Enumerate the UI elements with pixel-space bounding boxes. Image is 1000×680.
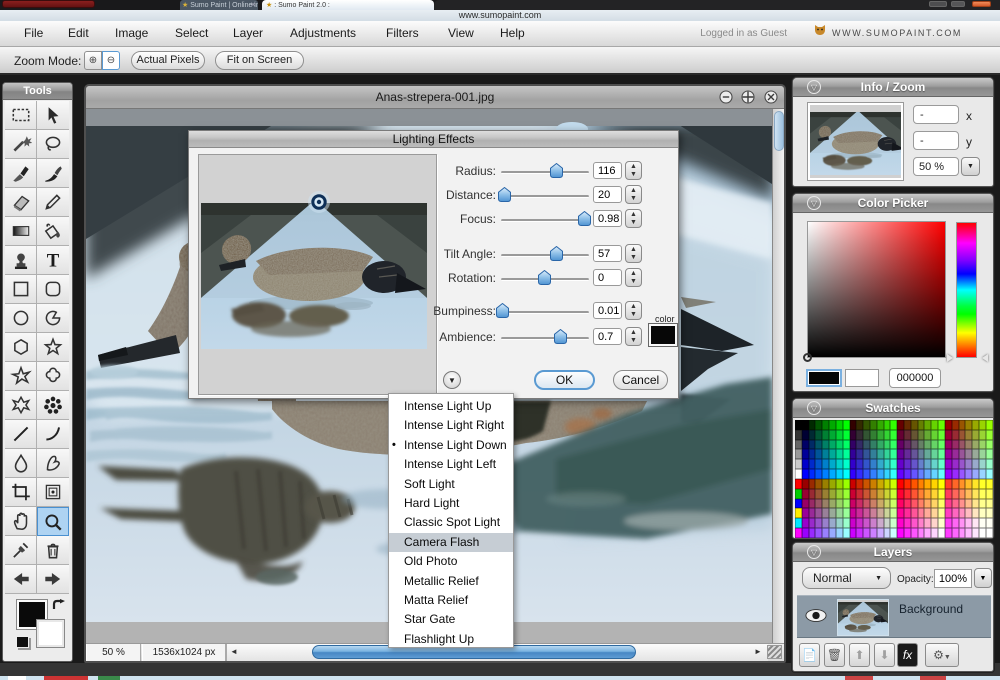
svg-text:T: T [47, 251, 60, 271]
